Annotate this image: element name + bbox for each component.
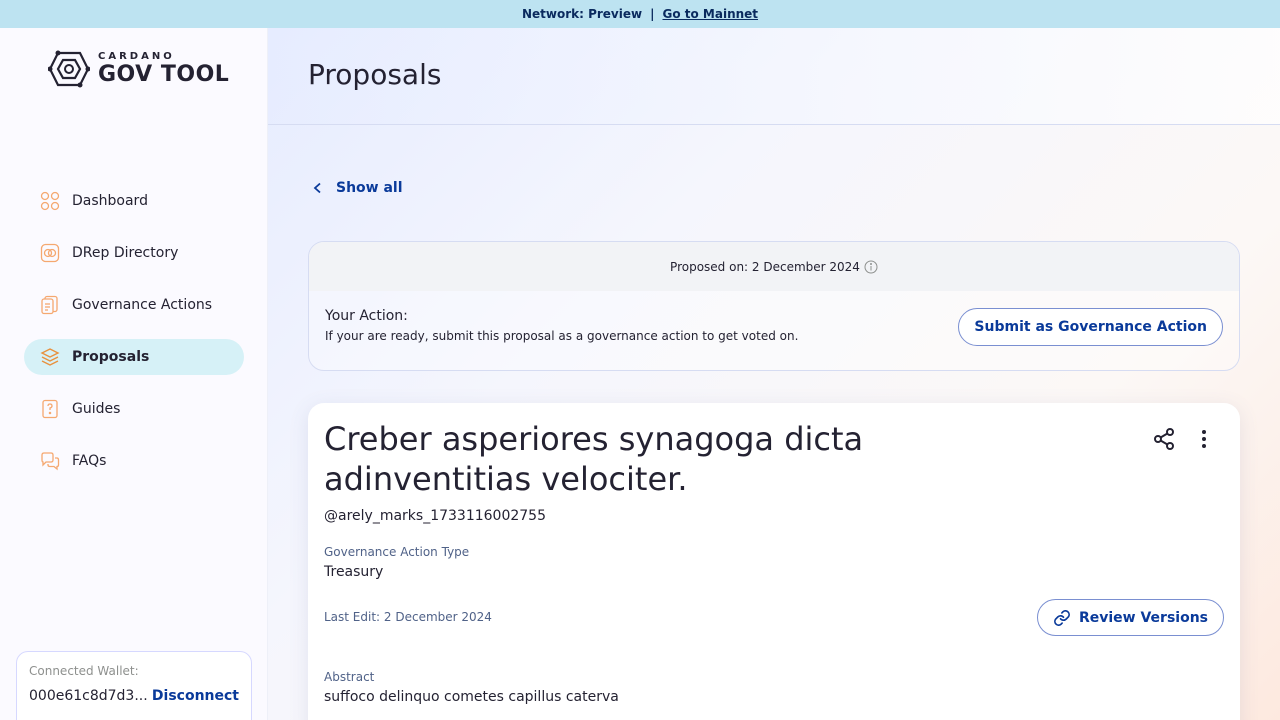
governance-action-card: Proposed on: 2 December 2024 Your Action… bbox=[308, 241, 1240, 371]
abstract-value: suffoco delinquo cometes capillus caterv… bbox=[324, 689, 619, 705]
sidebar-item-label: Proposals bbox=[72, 349, 150, 365]
proposed-on-date: Proposed on: 2 December 2024 bbox=[670, 259, 860, 274]
go-to-mainnet-link[interactable]: Go to Mainnet bbox=[662, 7, 758, 21]
proposed-on-bar: Proposed on: 2 December 2024 bbox=[309, 242, 1239, 291]
more-vertical-icon[interactable] bbox=[1192, 427, 1216, 451]
review-versions-button[interactable]: Review Versions bbox=[1036, 599, 1224, 636]
your-action-description: If your are ready, submit this proposal … bbox=[325, 329, 799, 343]
wallet-address: 000e61c8d7d3... bbox=[29, 688, 148, 704]
submit-as-governance-action-button[interactable]: Submit as Governance Action bbox=[958, 308, 1223, 346]
governance-actions-icon bbox=[40, 295, 60, 315]
abstract-label: Abstract bbox=[324, 670, 375, 684]
sidebar-item-proposals[interactable]: Proposals bbox=[24, 339, 244, 375]
sidebar-item-label: Governance Actions bbox=[72, 297, 213, 313]
network-label: Network: Preview bbox=[521, 7, 643, 21]
chevron-left-icon bbox=[313, 182, 321, 194]
last-edit-date: Last Edit: 2 December 2024 bbox=[324, 610, 492, 624]
your-action-title: Your Action: bbox=[325, 308, 408, 324]
link-icon bbox=[1054, 609, 1070, 626]
logo[interactable]: CARDANO GOV TOOL bbox=[48, 50, 229, 88]
logo-big-text: GOV TOOL bbox=[98, 62, 230, 87]
governance-action-type-label: Governance Action Type bbox=[324, 545, 470, 559]
sidebar-item-label: Dashboard bbox=[72, 193, 148, 209]
drep-directory-icon bbox=[40, 243, 60, 263]
sidebar-item-label: FAQs bbox=[72, 453, 107, 469]
show-all-link[interactable]: Show all bbox=[312, 180, 403, 196]
proposals-icon bbox=[40, 347, 60, 367]
sidebar-item-label: DRep Directory bbox=[72, 245, 179, 261]
sidebar: CARDANO GOV TOOL Dashboard DRep Director… bbox=[0, 28, 268, 720]
cardano-logo-icon bbox=[48, 50, 90, 88]
show-all-label: Show all bbox=[336, 180, 403, 196]
sidebar-item-guides[interactable]: Guides bbox=[24, 391, 244, 427]
disconnect-button[interactable]: Disconnect bbox=[152, 688, 239, 704]
proposal-author: @arely_marks_1733116002755 bbox=[324, 508, 546, 524]
dashboard-icon bbox=[40, 191, 60, 211]
sidebar-item-drep-directory[interactable]: DRep Directory bbox=[24, 235, 244, 271]
logo-small-text: CARDANO bbox=[98, 51, 175, 62]
main-content: Proposals Show all Proposed on: 2 Decemb… bbox=[268, 28, 1280, 720]
sidebar-item-dashboard[interactable]: Dashboard bbox=[24, 183, 244, 219]
review-versions-label: Review Versions bbox=[1078, 609, 1208, 626]
network-banner: Network: Preview | Go to Mainnet bbox=[0, 0, 1280, 28]
proposal-title: Creber asperiores synagoga dicta adinven… bbox=[324, 420, 864, 498]
share-icon[interactable] bbox=[1152, 427, 1176, 451]
info-icon[interactable] bbox=[864, 260, 878, 274]
sidebar-nav: Dashboard DRep Directory Governance Acti… bbox=[24, 183, 244, 495]
proposal-card: Creber asperiores synagoga dicta adinven… bbox=[308, 403, 1240, 720]
banner-separator: | bbox=[650, 7, 655, 21]
sidebar-item-label: Guides bbox=[72, 401, 121, 417]
wallet-label: Connected Wallet: bbox=[29, 664, 139, 678]
sidebar-item-faqs[interactable]: FAQs bbox=[24, 443, 244, 479]
sidebar-item-governance-actions[interactable]: Governance Actions bbox=[24, 287, 244, 323]
connected-wallet-panel: Connected Wallet: 000e61c8d7d3... Discon… bbox=[16, 651, 252, 720]
page-title: Proposals bbox=[308, 58, 442, 91]
page-header: Proposals bbox=[268, 28, 1280, 125]
guides-icon bbox=[40, 399, 60, 419]
governance-action-type-value: Treasury bbox=[324, 564, 384, 580]
faqs-icon bbox=[40, 451, 60, 471]
